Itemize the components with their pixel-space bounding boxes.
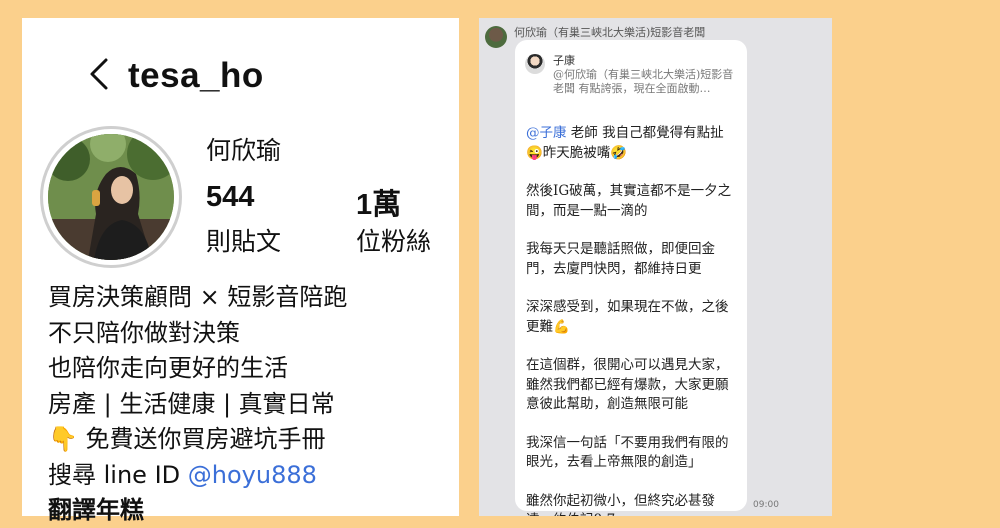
message-body: @子康 老師 我自己都覺得有點扯😜昨天脆被嘴🤣 然後IG破萬，其實這都不是一夕之…: [526, 124, 740, 516]
followers-label[interactable]: 位粉絲: [356, 222, 431, 258]
reply-author: 子康: [553, 54, 575, 67]
profile-username: tesa_ho: [128, 56, 264, 95]
bio-line: 也陪你走向更好的生活: [48, 354, 288, 382]
chevron-left-icon[interactable]: [86, 56, 112, 92]
line-id-link[interactable]: @hoyu888: [188, 461, 317, 489]
reply-quote-text: @何欣瑜（有巢三峽北大樂活)短影音老闆 有點誇張，現在全面啟動…: [553, 68, 734, 95]
avatar-photo: [48, 134, 174, 260]
message-paragraph: 然後IG破萬，其實這都不是一夕之間，而是一點一滴的: [526, 183, 732, 219]
chat-panel: 何欣瑜（有巢三峽北大樂活)短影音老闆 子康 @何欣瑜（有巢三峽北大樂活)短影音老…: [479, 18, 832, 516]
bio-line-id: 搜尋 line ID @hoyu888: [48, 458, 448, 494]
bio-line: 房產 | 生活健康 | 真實日常: [48, 389, 335, 418]
sender-avatar[interactable]: [485, 26, 507, 48]
message-paragraph: 雖然你起初微小，但終究必甚發達。約伯記8:7: [526, 492, 715, 517]
sender-name: 何欣瑜（有巢三峽北大樂活)短影音老闆: [514, 26, 706, 39]
mention-link[interactable]: @子康: [526, 125, 567, 141]
message-paragraph: 我每天只是聽話照做，即便回金門，去廈門快閃，都維持日更: [526, 241, 715, 277]
instagram-profile-card: tesa_ho 何欣瑜 544 則貼文 1萬 位粉絲 買房決策顧問 × 短影音陪…: [22, 18, 459, 524]
posts-count[interactable]: 544: [206, 181, 254, 214]
reply-avatar: [525, 54, 545, 74]
posts-label[interactable]: 則貼文: [206, 222, 281, 258]
followers-count[interactable]: 1萬: [356, 181, 401, 223]
bio-line: 買房決策顧問 × 短影音陪跑: [48, 283, 348, 311]
bio-line: 👇 免費送你買房避坑手冊: [48, 425, 326, 453]
message-paragraph: 在這個群，很開心可以遇見大家，雖然我們都已經有爆款，大家更願意彼此幫助，創造無限…: [526, 357, 729, 412]
translate-button[interactable]: 翻譯年糕: [48, 493, 448, 528]
bio-line: 不只陪你做對決策: [48, 318, 240, 347]
avatar[interactable]: [40, 126, 182, 268]
profile-display-name: 何欣瑜: [206, 136, 282, 165]
line-id-prefix: 搜尋 line ID: [48, 460, 188, 489]
reply-quote-box[interactable]: 子康 @何欣瑜（有巢三峽北大樂活)短影音老闆 有點誇張，現在全面啟動…: [525, 50, 737, 110]
profile-bio: 買房決策顧問 × 短影音陪跑 不只陪你做對決策 也陪你走向更好的生活 房產 | …: [48, 280, 448, 528]
message-paragraph: @子康 老師 我自己都覺得有點扯😜昨天脆被嘴🤣: [526, 124, 740, 163]
message-paragraph: 我深信一句話「不要用我們有限的眼光，去看上帝無限的創造」: [526, 434, 729, 471]
message-timestamp: 09:00: [753, 500, 779, 510]
message-bubble[interactable]: 子康 @何欣瑜（有巢三峽北大樂活)短影音老闆 有點誇張，現在全面啟動… @子康 …: [515, 40, 747, 516]
message-paragraph: 深深感受到，如果現在不做，之後更難💪: [526, 299, 729, 335]
